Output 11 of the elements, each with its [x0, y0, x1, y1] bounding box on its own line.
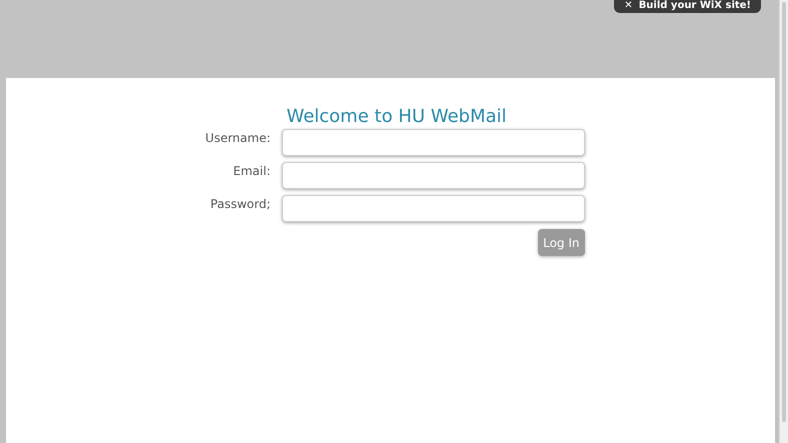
input-field[interactable]	[282, 129, 584, 156]
close-icon[interactable]: ✕	[624, 0, 633, 11]
field-label: Email:	[232, 163, 270, 178]
scrollbar-thumb[interactable]	[782, 2, 786, 422]
promo-banner[interactable]: ✕ Build your WiX site!	[614, 0, 761, 13]
input-field[interactable]	[282, 195, 584, 222]
field-label: Username:	[204, 130, 270, 145]
page-title: Welcome to HU WebMail	[286, 106, 507, 127]
input-field[interactable]	[282, 162, 584, 189]
banner-text: Build your WiX site!	[638, 0, 751, 11]
field-label: Password;	[209, 196, 270, 211]
